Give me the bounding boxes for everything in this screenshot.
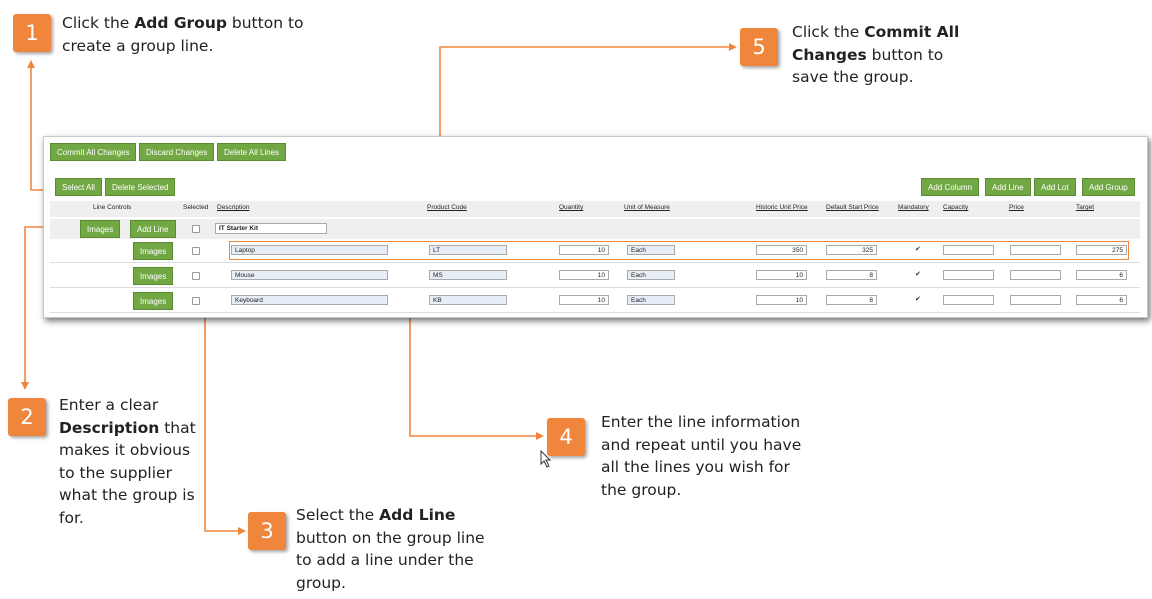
mandatory-checkbox[interactable]: ✔: [915, 295, 921, 303]
quantity-input[interactable]: 10: [559, 295, 609, 305]
product-code-input[interactable]: KB: [429, 295, 507, 305]
group-add-line-button[interactable]: Add Line: [130, 220, 176, 238]
historic-unit-price-input[interactable]: 10: [756, 295, 807, 305]
discard-changes-button[interactable]: Discard Changes: [139, 143, 215, 161]
historic-unit-price-input[interactable]: 10: [756, 270, 807, 280]
delete-all-lines-button[interactable]: Delete All Lines: [217, 143, 287, 161]
price-input[interactable]: [1010, 295, 1061, 305]
highlight-box: [229, 241, 1129, 260]
col-capacity[interactable]: Capacity: [943, 204, 968, 211]
col-historic-unit-price[interactable]: Historic Unit Price: [756, 204, 808, 211]
group-images-button[interactable]: Images: [80, 220, 121, 238]
col-price[interactable]: Price: [1009, 204, 1024, 211]
target-input[interactable]: 6: [1076, 270, 1127, 280]
quantity-input[interactable]: 10: [559, 270, 609, 280]
mouse-cursor-icon: [540, 450, 552, 468]
callout-4-badge: 4: [547, 418, 585, 456]
row-divider: [50, 287, 1140, 288]
col-quantity[interactable]: Quantity: [559, 204, 583, 211]
callout-2-badge: 2: [8, 398, 46, 436]
row-divider: [50, 312, 1140, 313]
description-input[interactable]: Keyboard: [231, 295, 388, 305]
col-product-code[interactable]: Product Code: [427, 204, 467, 211]
callout-3-badge: 3: [248, 512, 286, 550]
images-button[interactable]: Images: [133, 242, 174, 260]
col-selected: Selected: [183, 204, 209, 211]
price-input[interactable]: [1010, 270, 1061, 280]
arrowhead-1: [27, 60, 35, 68]
col-description[interactable]: Description: [217, 204, 250, 211]
row-select-checkbox[interactable]: [192, 297, 200, 305]
default-start-price-input[interactable]: 8: [826, 270, 877, 280]
col-mandatory[interactable]: Mandatory: [898, 204, 929, 211]
group-row: [50, 219, 1140, 239]
row-select-checkbox[interactable]: [192, 247, 200, 255]
line-items-panel: Commit All Changes Discard Changes Delet…: [43, 136, 1148, 318]
mandatory-checkbox[interactable]: ✔: [915, 270, 921, 278]
delete-selected-button[interactable]: Delete Selected: [105, 178, 176, 196]
description-input[interactable]: Mouse: [231, 270, 388, 280]
capacity-input[interactable]: [943, 270, 994, 280]
arrowhead-2: [21, 382, 29, 390]
add-line-button[interactable]: Add Line: [985, 178, 1031, 196]
row-divider: [50, 262, 1140, 263]
images-button[interactable]: Images: [133, 292, 174, 310]
arrowhead-4: [536, 432, 544, 440]
add-group-button[interactable]: Add Group: [1082, 178, 1135, 196]
unit-of-measure-input[interactable]: Each: [627, 270, 675, 280]
group-select-checkbox[interactable]: [192, 225, 200, 233]
callout-4-text: Enter the line information and repeat un…: [601, 413, 802, 499]
add-lot-button[interactable]: Add Lot: [1034, 178, 1076, 196]
row-select-checkbox[interactable]: [192, 272, 200, 280]
add-column-button[interactable]: Add Column: [921, 178, 980, 196]
arrowhead-3: [238, 527, 246, 535]
commit-all-changes-button[interactable]: Commit All Changes: [50, 143, 137, 161]
product-code-input[interactable]: MS: [429, 270, 507, 280]
target-input[interactable]: 6: [1076, 295, 1127, 305]
group-description-input[interactable]: IT Starter Kit: [215, 223, 327, 234]
capacity-input[interactable]: [943, 295, 994, 305]
select-all-button[interactable]: Select All: [55, 178, 102, 196]
col-target[interactable]: Target: [1076, 204, 1094, 211]
col-default-start-price[interactable]: Default Start Price: [826, 204, 879, 211]
callout-2-text: Enter a clear Description that makes it …: [59, 396, 196, 527]
callout-5-badge: 5: [740, 28, 778, 66]
callout-1-badge: 1: [13, 14, 51, 52]
arrowhead-5: [729, 43, 737, 51]
images-button[interactable]: Images: [133, 267, 174, 285]
callout-5-text: Click the Commit All Changes button to s…: [792, 23, 960, 86]
col-unit-of-measure[interactable]: Unit of Measure: [624, 204, 670, 211]
callout-3-text: Select the Add Line button on the group …: [296, 506, 485, 592]
col-line-controls: Line Controls: [93, 204, 132, 211]
default-start-price-input[interactable]: 8: [826, 295, 877, 305]
callout-1-text: Click the Add Group button to create a g…: [62, 14, 304, 55]
table-header: [50, 201, 1140, 217]
unit-of-measure-input[interactable]: Each: [627, 295, 675, 305]
